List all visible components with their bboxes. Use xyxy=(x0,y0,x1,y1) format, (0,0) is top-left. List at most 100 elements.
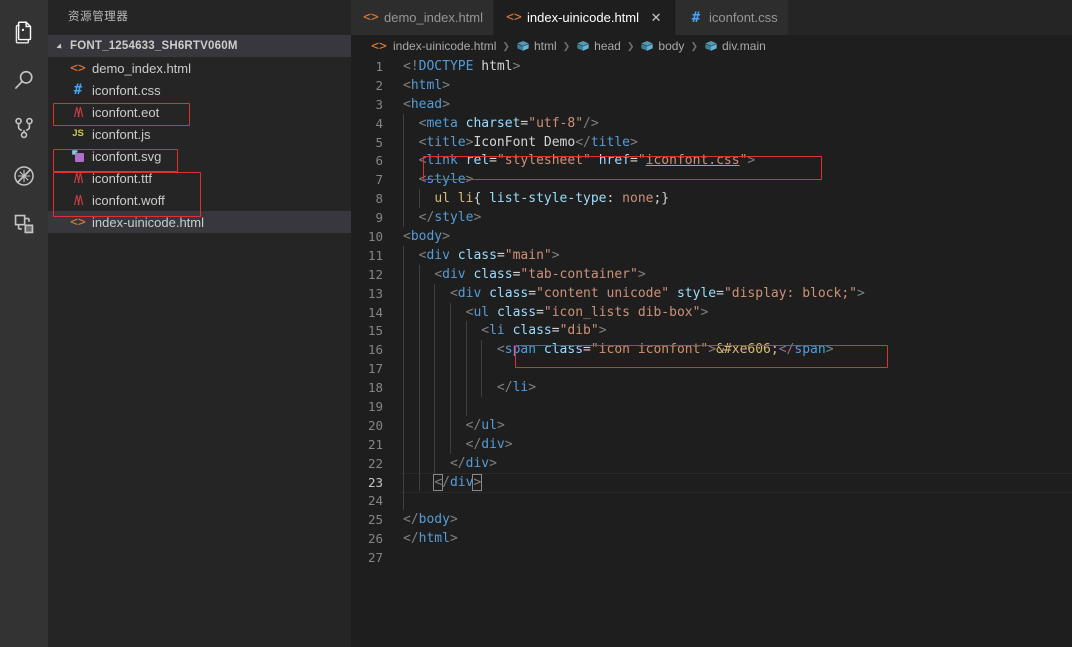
sidebar-file-label: iconfont.svg xyxy=(92,148,162,164)
sidebar-file-label: iconfont.css xyxy=(92,82,161,98)
sidebar-file-label: iconfont.woff xyxy=(92,192,165,208)
code-line[interactable]: 20 </ul> xyxy=(351,415,1072,435)
breadcrumb-item-head[interactable]: head xyxy=(576,39,621,53)
breadcrumb-item-div-main[interactable]: div.main xyxy=(704,39,766,53)
code-line-text: </html> xyxy=(403,531,458,547)
code-line[interactable]: 27 xyxy=(351,548,1072,567)
indent-guide xyxy=(403,208,404,228)
indent-guide xyxy=(434,359,436,379)
indent-guide xyxy=(403,302,404,322)
indent-guide xyxy=(434,434,436,454)
explorer-folder-root[interactable]: FONT_1254633_SH6RTV060M xyxy=(48,35,351,57)
code-line[interactable]: 13 <div class="content unicode" style="d… xyxy=(351,283,1072,303)
code-line-text: <style> xyxy=(418,172,474,188)
code-line[interactable]: 3 <head> xyxy=(351,95,1072,114)
sidebar-file-iconfont-css[interactable]: # iconfont.css xyxy=(48,79,351,101)
code-line[interactable]: 22 </div> xyxy=(351,453,1072,473)
sidebar-file-iconfont-ttf[interactable]: iconfont.ttf xyxy=(48,167,351,189)
indent-guide xyxy=(403,132,404,152)
code-line[interactable]: 9 </style> xyxy=(351,208,1072,228)
line-number: 18 xyxy=(367,380,383,396)
line-number: 14 xyxy=(367,304,383,320)
font-file-icon xyxy=(70,170,86,186)
sidebar-file-iconfont-js[interactable]: JS iconfont.js xyxy=(48,123,351,145)
tab-demo-index-html[interactable]: <> demo_index.html xyxy=(351,0,494,35)
tab-close-icon[interactable]: ✕ xyxy=(647,9,665,27)
sidebar-file-iconfont-svg[interactable]: iconfont.svg xyxy=(48,145,351,167)
indent-guide xyxy=(403,264,404,284)
code-line[interactable]: 21 </div> xyxy=(351,434,1072,454)
tab-index-uinicode-html[interactable]: <> index-uinicode.html ✕ xyxy=(494,0,677,35)
code-line[interactable]: 19 xyxy=(351,397,1072,416)
indent-guide xyxy=(465,397,467,416)
code-editor[interactable]: 1 <!DOCTYPE html> 2 <html> 3 <head> 4 <meta ch… xyxy=(351,57,1072,647)
code-line[interactable]: 14 <ul class="icon_lists dib-box"> xyxy=(351,302,1072,322)
code-line[interactable]: 24 xyxy=(351,491,1072,511)
code-line-text: ul li{ list-style-type: none;} xyxy=(434,191,670,207)
code-line[interactable]: 1 <!DOCTYPE html> xyxy=(351,57,1072,76)
line-number: 7 xyxy=(375,172,383,188)
code-line[interactable]: 26 </html> xyxy=(351,529,1072,548)
line-number: 21 xyxy=(367,436,383,452)
code-line[interactable]: 2 <html> xyxy=(351,76,1072,95)
breadcrumb-label: div.main xyxy=(721,39,766,53)
code-line[interactable]: 25 </body> xyxy=(351,510,1072,529)
code-line[interactable]: 8 ul li{ list-style-type: none;} xyxy=(351,189,1072,209)
line-number: 3 xyxy=(375,96,383,112)
breadcrumb-item-index-uinicode-html[interactable]: <> index-uinicode.html xyxy=(371,38,496,54)
indent-guide xyxy=(449,434,451,454)
sidebar-file-label: index-uinicode.html xyxy=(92,214,205,230)
breadcrumb-separator: ❯ xyxy=(690,40,698,51)
code-line[interactable]: 5 <title>IconFont Demo</title> xyxy=(351,132,1072,152)
breadcrumb-label: html xyxy=(533,39,557,53)
code-line[interactable]: 17 xyxy=(351,359,1072,379)
code-line[interactable]: 23 </div> xyxy=(351,472,1072,494)
code-line[interactable]: 4 <meta charset="utf-8"/> xyxy=(351,113,1072,133)
line-number: 1 xyxy=(375,58,383,74)
indent-guide xyxy=(434,378,436,398)
indent-guide xyxy=(403,472,404,492)
code-line-text: </style> xyxy=(418,210,482,226)
code-line[interactable]: 15 <li class="dib"> xyxy=(351,321,1072,341)
extensions-icon xyxy=(11,211,37,237)
sidebar-file-demo-index-html[interactable]: <> demo_index.html xyxy=(48,57,351,79)
sidebar-file-index-uinicode-html[interactable]: <> index-uinicode.html xyxy=(48,211,351,233)
activity-bar-item-explorer[interactable] xyxy=(0,8,48,56)
code-line[interactable]: 12 <div class="tab-container"> xyxy=(351,264,1072,284)
explorer-file-list: <> demo_index.html # iconfont.css iconfont.e… xyxy=(48,57,351,233)
font-file-icon xyxy=(70,192,86,208)
indent-guide xyxy=(449,340,451,360)
code-line-text: <div class="content unicode" style="disp… xyxy=(449,285,865,301)
html-tag-icon xyxy=(576,40,590,52)
indent-guide xyxy=(403,453,404,473)
indent-guide xyxy=(434,415,436,435)
code-line[interactable]: 11 <div class="main"> xyxy=(351,245,1072,265)
indent-guide xyxy=(403,151,404,171)
activity-bar-item-run-debug[interactable] xyxy=(0,152,48,200)
indent-guide xyxy=(403,189,404,209)
code-line[interactable]: 7 <style> xyxy=(351,170,1072,190)
code-line[interactable]: 6 <link rel="stylesheet" href="iconfont.… xyxy=(351,151,1072,171)
activity-bar-item-source-control[interactable] xyxy=(0,104,48,152)
breadcrumb-item-html[interactable]: html xyxy=(516,39,557,53)
breadcrumb-strip: <> index-uinicode.html ❯ html ❯ head ❯ body ❯ div… xyxy=(371,38,766,54)
tab-iconfont-css[interactable]: # iconfont.css xyxy=(676,0,789,35)
indent-guide xyxy=(449,378,451,398)
breadcrumb-item-body[interactable]: body xyxy=(640,39,684,53)
code-line-text: <div class="tab-container"> xyxy=(434,266,646,282)
code-line[interactable]: 10 <body> xyxy=(351,227,1072,246)
breadcrumb-label: body xyxy=(658,39,685,53)
activity-bar-item-search[interactable] xyxy=(0,56,48,104)
indent-guide xyxy=(418,434,420,454)
code-line[interactable]: 18 </li> xyxy=(351,378,1072,398)
activity-bar-item-extensions[interactable] xyxy=(0,200,48,248)
code-line[interactable]: 16 <span class="icon iconfont">&#xe606;<… xyxy=(351,340,1072,360)
line-number: 22 xyxy=(367,455,383,471)
sidebar-file-label: iconfont.js xyxy=(92,126,151,142)
sidebar-file-iconfont-eot[interactable]: iconfont.eot xyxy=(48,101,351,123)
indent-guide xyxy=(481,378,483,398)
code-line-text: <link rel="stylesheet" href="iconfont.cs… xyxy=(418,153,756,169)
indent-guide xyxy=(403,415,404,435)
sidebar-file-iconfont-woff[interactable]: iconfont.woff xyxy=(48,189,351,211)
indent-guide xyxy=(465,359,467,379)
